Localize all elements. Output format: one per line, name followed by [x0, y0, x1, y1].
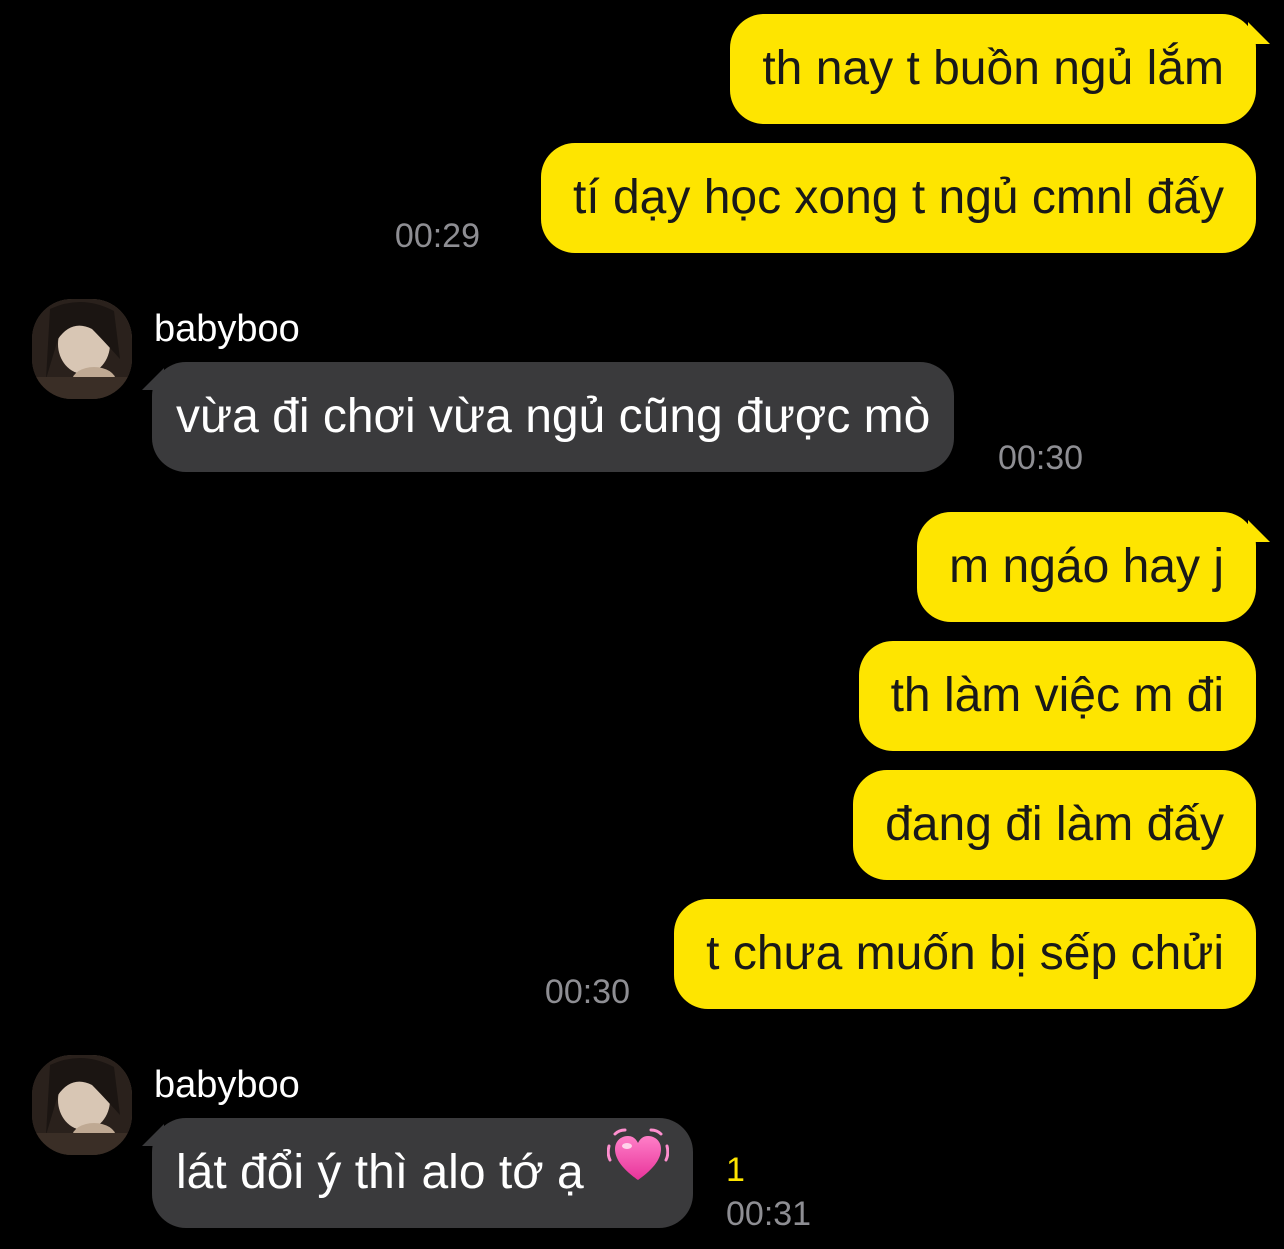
heart-icon: [606, 1116, 670, 1226]
message-text: vừa đi chơi vừa ngủ cũng được mò: [176, 390, 931, 443]
avatar[interactable]: [32, 1055, 132, 1155]
message-bubble-sent[interactable]: th làm việc m đi: [858, 641, 1256, 751]
message-bubble-received[interactable]: vừa đi chơi vừa ngủ cũng được mò: [152, 362, 955, 472]
message-text: tí dạy học xong t ngủ cmnl đấy: [572, 171, 1224, 224]
avatar-photo-icon: [32, 299, 132, 399]
avatar-photo-icon: [32, 1055, 132, 1155]
sender-name: babyboo: [154, 1064, 300, 1106]
unread-count: 1: [726, 1151, 745, 1189]
message-bubble-sent[interactable]: tí dạy học xong t ngủ cmnl đấy: [540, 143, 1256, 253]
message-bubble-sent[interactable]: th nay t buồn ngủ lắm: [730, 14, 1256, 124]
message-text: đang đi làm đấy: [885, 798, 1224, 851]
message-timestamp: 00:30: [998, 439, 1084, 477]
message-timestamp: 00:29: [394, 217, 480, 255]
message-bubble-sent[interactable]: m ngáo hay j: [917, 512, 1256, 622]
message-timestamp: 00:30: [544, 973, 630, 1011]
avatar[interactable]: [32, 299, 132, 399]
message-bubble-received[interactable]: lát đổi ý thì alo tớ ạ: [152, 1116, 694, 1228]
message-text: lát đổi ý thì alo tớ ạ: [176, 1146, 584, 1199]
message-text: th làm việc m đi: [890, 669, 1224, 722]
message-text: m ngáo hay j: [949, 540, 1224, 593]
message-text: th nay t buồn ngủ lắm: [762, 42, 1224, 95]
message-bubble-sent[interactable]: đang đi làm đấy: [853, 770, 1256, 880]
message-timestamp: 00:31: [726, 1195, 812, 1233]
sender-name: babyboo: [154, 308, 300, 350]
message-bubble-sent[interactable]: t chưa muốn bị sếp chửi: [674, 899, 1256, 1009]
message-text: t chưa muốn bị sếp chửi: [706, 927, 1224, 980]
